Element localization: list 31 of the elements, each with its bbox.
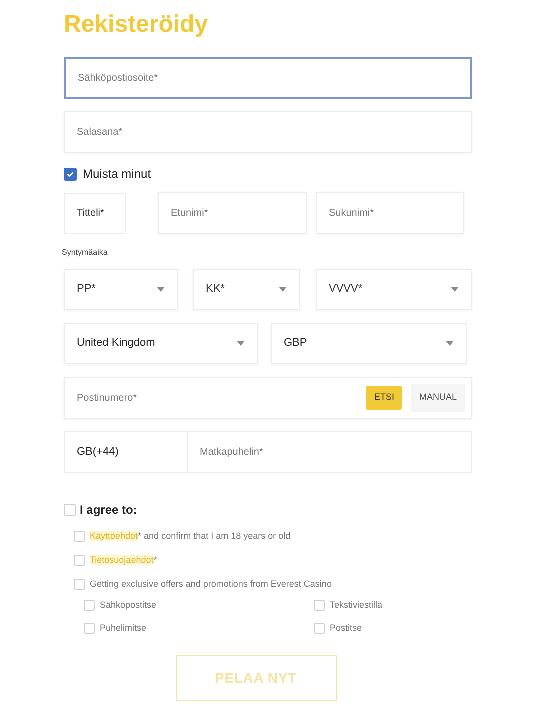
remember-label: Muista minut [83,166,152,183]
first-name-field[interactable]: Etunimi* [158,192,307,234]
caret-icon [451,287,459,292]
caret-icon [237,341,245,346]
consent-text: Getting exclusive offers and promotions from Everest Casino [90,578,332,591]
consent-text: Tietosuojaehdot* [90,554,158,567]
checkbox[interactable] [64,168,77,180]
postcode-field[interactable]: Postinumero* ETSI MANUAL [64,377,472,419]
currency-select[interactable]: GBP [271,323,467,364]
password-field[interactable]: Salasana* [64,111,472,153]
date-select[interactable]: VVVV* [316,269,472,310]
check-icon [66,170,75,178]
title-select[interactable]: Titteli* [64,192,126,234]
search-button[interactable]: ETSI [366,386,402,410]
caret-icon [279,287,287,292]
manual-button[interactable]: MANUAL [411,384,465,412]
consent-text: Käyttöehdot* and confirm that I am 18 years or old [90,530,291,543]
country-select[interactable]: United Kingdom [64,323,258,364]
date-select[interactable]: KK* [193,269,300,310]
last-name-field[interactable]: Sukunimi* [316,192,464,234]
agree-label: I agree to: [80,502,138,519]
email-field[interactable]: Sähköpostiosoite* [64,57,472,99]
birthdate-label: Syntymäaika [62,248,108,258]
channel-label: Puhelimitse [100,622,147,635]
channel-label: Postitse [330,622,362,635]
channel-label: Tekstiviestillä [330,598,383,612]
date-select[interactable]: PP* [64,269,178,310]
channel-label: Sähköpostitse [100,598,157,612]
caret-icon [446,341,454,346]
caret-icon [157,287,165,292]
page-title: Rekisteröidy [64,10,210,40]
